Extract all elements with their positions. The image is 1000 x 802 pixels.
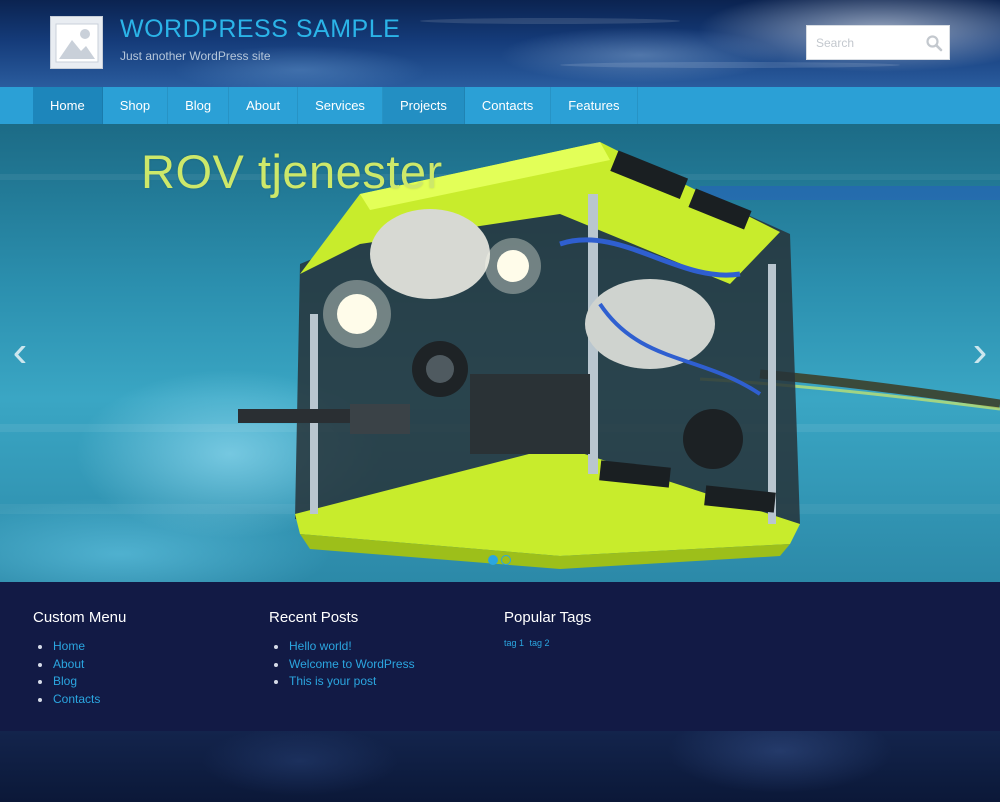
page-bottom-background [0,731,1000,802]
header-wave-decoration [420,18,680,24]
widget-title: Recent Posts [269,609,359,626]
slider-dot-1[interactable] [488,555,498,565]
widget-title: Custom Menu [33,609,127,626]
custom-menu-link-contacts[interactable]: Contacts [33,691,126,709]
slider-dot-2[interactable] [501,555,511,565]
widget-custom-menu: Custom Menu Home About Blog Contacts [33,609,126,708]
search-box [806,25,950,60]
nav-item-home[interactable]: Home [33,87,103,124]
nav-item-blog[interactable]: Blog [168,87,230,124]
tag-link[interactable]: tag 2 [530,638,550,648]
image-slider: ROV tjenester ‹ › [0,124,1000,582]
nav-item-services[interactable]: Services [298,87,383,124]
tag-link[interactable]: tag 1 [504,638,524,648]
recent-post-link[interactable]: This is your post [269,673,415,691]
search-input[interactable] [807,26,923,59]
site-header: WORDPRESS SAMPLE Just another WordPress … [0,0,1000,87]
image-placeholder-icon [55,23,98,62]
recent-post-link[interactable]: Welcome to WordPress [269,656,415,674]
tag-cloud: tag 1 tag 2 [504,638,591,648]
nav-item-projects[interactable]: Projects [382,87,465,124]
recent-post-link[interactable]: Hello world! [269,638,415,656]
custom-menu-link-blog[interactable]: Blog [33,673,126,691]
nav-item-features[interactable]: Features [551,87,638,124]
search-icon[interactable] [925,34,943,52]
footer-widgets: Custom Menu Home About Blog Contacts Rec… [0,582,1000,731]
nav-item-shop[interactable]: Shop [103,87,169,124]
custom-menu-link-about[interactable]: About [33,656,126,674]
custom-menu-link-home[interactable]: Home [33,638,126,656]
slider-pagination [488,555,511,565]
header-wave-decoration [560,62,900,68]
widget-title: Popular Tags [504,609,592,626]
site-logo[interactable] [50,16,103,69]
chevron-left-icon[interactable]: ‹ [7,330,33,374]
chevron-right-icon[interactable]: › [967,330,993,374]
main-navigation: Home Shop Blog About Services Projects C… [0,87,1000,124]
widget-popular-tags: Popular Tags tag 1 tag 2 [504,609,591,648]
nav-item-contacts[interactable]: Contacts [465,87,552,124]
site-description: Just another WordPress site [120,49,271,63]
nav-item-about[interactable]: About [229,87,299,124]
site-title[interactable]: WORDPRESS SAMPLE [120,15,400,44]
slide-caption: ROV tjenester [141,145,443,198]
widget-recent-posts: Recent Posts Hello world! Welcome to Wor… [269,609,415,691]
